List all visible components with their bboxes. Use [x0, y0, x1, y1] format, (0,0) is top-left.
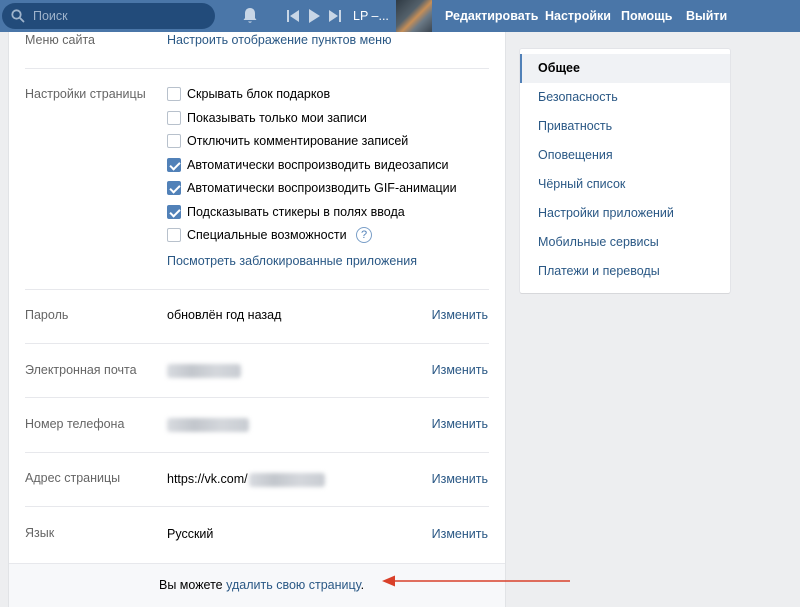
language-value: Русский [167, 527, 214, 541]
checkbox-autoplay-gif[interactable] [167, 181, 181, 195]
change-email-link[interactable]: Изменить [432, 363, 488, 377]
divider [25, 452, 489, 453]
email-label: Электронная почта [25, 363, 137, 377]
divider [25, 68, 489, 69]
blocked-apps-link[interactable]: Посмотреть заблокированные приложения [167, 254, 417, 268]
checkbox-sticker-hints[interactable] [167, 205, 181, 219]
search-placeholder: Поиск [33, 9, 68, 23]
menu-item-label: Безопасность [538, 90, 618, 104]
phone-value-blurred [167, 418, 249, 432]
nav-edit[interactable]: Редактировать [445, 9, 538, 23]
checkbox-autoplay-video[interactable] [167, 158, 181, 172]
language-label: Язык [25, 526, 55, 540]
menu-item-security[interactable]: Безопасность [520, 83, 730, 112]
menu-item-label: Приватность [538, 119, 613, 133]
page-address-value: https://vk.com/ [167, 472, 248, 486]
divider [25, 289, 489, 290]
search-input[interactable]: Поиск [2, 3, 215, 29]
checkbox-label[interactable]: Автоматически воспроизводить видеозаписи [187, 158, 448, 172]
menu-item-mobile-services[interactable]: Мобильные сервисы [520, 228, 730, 257]
menu-item-notifications[interactable]: Оповещения [520, 141, 730, 170]
previous-track-icon[interactable] [286, 9, 300, 23]
checkbox-accessibility[interactable] [167, 228, 181, 242]
checkbox-label[interactable]: Специальные возможности [187, 228, 347, 242]
menu-item-payments[interactable]: Платежи и переводы [520, 257, 730, 286]
divider [25, 506, 489, 507]
help-icon[interactable]: ? [356, 227, 372, 243]
divider [25, 343, 489, 344]
page-address-blurred [249, 473, 325, 487]
bell-icon[interactable] [242, 7, 258, 25]
play-icon[interactable] [307, 9, 321, 23]
delete-page-link[interactable]: удалить свою страницу [226, 578, 361, 592]
change-phone-link[interactable]: Изменить [432, 417, 488, 431]
menu-item-blacklist[interactable]: Чёрный список [520, 170, 730, 199]
settings-panel: Меню сайта Настроить отображение пунктов… [8, 32, 506, 607]
change-password-link[interactable]: Изменить [432, 308, 488, 322]
menu-item-privacy[interactable]: Приватность [520, 112, 730, 141]
menu-item-label: Чёрный список [538, 177, 626, 191]
footer-text: Вы можете удалить свою страницу. [159, 578, 365, 592]
checkbox-label[interactable]: Автоматически воспроизводить GIF-анимаци… [187, 181, 457, 195]
menu-item-general[interactable]: Общее [520, 54, 730, 83]
top-bar: Поиск LP –... Редактировать Настройки По… [0, 0, 800, 32]
menu-item-label: Мобильные сервисы [538, 235, 659, 249]
avatar[interactable] [396, 0, 432, 32]
search-icon [11, 9, 25, 23]
nav-settings[interactable]: Настройки [545, 9, 611, 23]
menu-item-label: Оповещения [538, 148, 613, 162]
checkbox-only-my-posts[interactable] [167, 111, 181, 125]
phone-label: Номер телефона [25, 417, 125, 431]
checkbox-label[interactable]: Подсказывать стикеры в полях ввода [187, 205, 405, 219]
red-arrow-annotation [382, 575, 570, 587]
change-language-link[interactable]: Изменить [432, 527, 488, 541]
checkbox-disable-comments[interactable] [167, 134, 181, 148]
next-track-icon[interactable] [328, 9, 342, 23]
menu-item-label: Общее [538, 61, 580, 75]
settings-sections-menu: Общее Безопасность Приватность Оповещени… [520, 49, 730, 293]
site-menu-link[interactable]: Настроить отображение пунктов меню [167, 33, 391, 47]
menu-item-label: Платежи и переводы [538, 264, 660, 278]
page-address-label: Адрес страницы [25, 471, 121, 485]
page-settings-label: Настройки страницы [25, 87, 146, 101]
password-value: обновлён год назад [167, 308, 282, 322]
nav-help[interactable]: Помощь [621, 9, 672, 23]
email-value-blurred [167, 364, 241, 378]
menu-item-label: Настройки приложений [538, 206, 674, 220]
checkbox-label[interactable]: Показывать только мои записи [187, 111, 367, 125]
menu-item-app-settings[interactable]: Настройки приложений [520, 199, 730, 228]
divider [25, 397, 489, 398]
checkbox-hide-gifts[interactable] [167, 87, 181, 101]
password-label: Пароль [25, 308, 69, 322]
change-address-link[interactable]: Изменить [432, 472, 488, 486]
checkbox-label[interactable]: Отключить комментирование записей [187, 134, 408, 148]
site-menu-label: Меню сайта [25, 33, 95, 47]
nav-logout[interactable]: Выйти [686, 9, 727, 23]
track-title[interactable]: LP –... [353, 9, 389, 23]
checkbox-label[interactable]: Скрывать блок подарков [187, 87, 330, 101]
